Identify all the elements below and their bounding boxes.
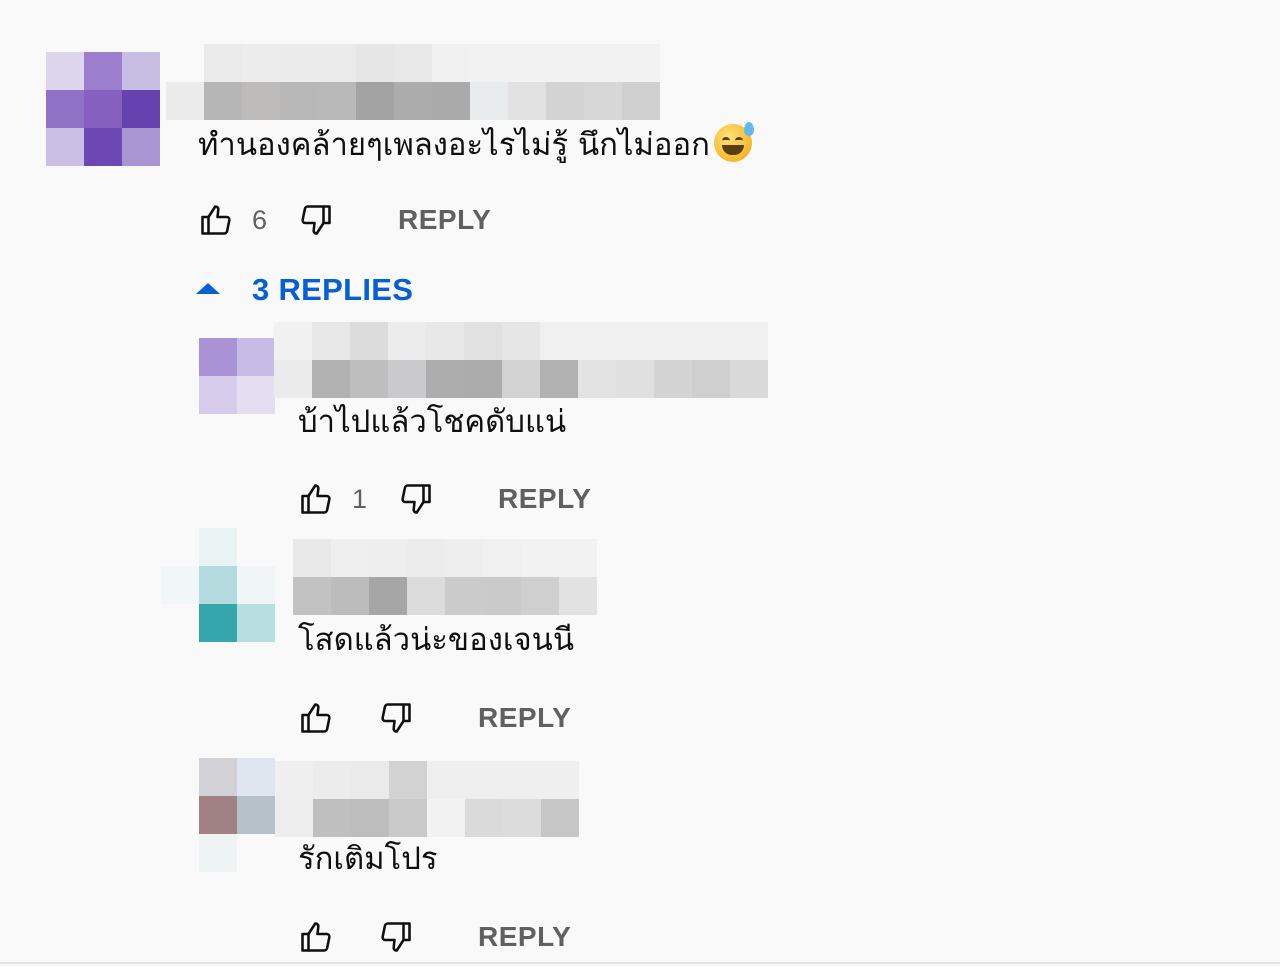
thumb-down-icon[interactable] bbox=[296, 200, 336, 240]
reply-actions: REPLY bbox=[296, 696, 571, 740]
reply-actions: 1 REPLY bbox=[296, 477, 591, 521]
thumb-up-icon[interactable] bbox=[296, 917, 336, 957]
comment-actions: 6 REPLY bbox=[196, 198, 491, 242]
reply-button[interactable]: REPLY bbox=[498, 483, 591, 515]
reply-text: โสดแล้วน่ะของเจนนี bbox=[298, 622, 575, 658]
thumb-down-icon[interactable] bbox=[376, 917, 416, 957]
like-count: 1 bbox=[352, 483, 368, 514]
caret-up-icon bbox=[194, 280, 222, 300]
reply-text: รักเติมโปร bbox=[298, 841, 438, 877]
thumb-up-icon[interactable] bbox=[296, 698, 336, 738]
avatar[interactable] bbox=[161, 758, 275, 872]
reply-button[interactable]: REPLY bbox=[478, 921, 571, 953]
avatar[interactable] bbox=[46, 52, 160, 166]
reply-actions: REPLY bbox=[296, 915, 571, 959]
replies-toggle-button[interactable]: 3 REPLIES bbox=[194, 272, 413, 308]
thumb-up-icon[interactable] bbox=[196, 200, 236, 240]
thumb-up-icon[interactable] bbox=[296, 479, 336, 519]
replies-count-label: 3 REPLIES bbox=[252, 272, 414, 307]
comment-text: ทำนองคล้ายๆเพลงอะไรไม่รู้ นึกไม่ออก bbox=[198, 122, 754, 165]
author-name-blurred[interactable] bbox=[293, 539, 597, 615]
reply-text: บ้าไปแล้วโชคดับแน่ bbox=[298, 404, 567, 440]
avatar[interactable] bbox=[161, 528, 275, 642]
author-name-blurred[interactable] bbox=[274, 322, 768, 398]
reply-button[interactable]: REPLY bbox=[398, 204, 491, 236]
comment-text-content: ทำนองคล้ายๆเพลงอะไรไม่รู้ นึกไม่ออก bbox=[198, 127, 710, 163]
sweat-smile-emoji-icon bbox=[713, 122, 754, 162]
thumb-down-icon[interactable] bbox=[376, 698, 416, 738]
reply-button[interactable]: REPLY bbox=[478, 702, 571, 734]
like-count: 6 bbox=[252, 204, 268, 235]
divider bbox=[0, 962, 1280, 964]
author-name-blurred[interactable] bbox=[275, 761, 579, 837]
thumb-down-icon[interactable] bbox=[396, 479, 436, 519]
author-name-blurred[interactable] bbox=[166, 44, 660, 120]
avatar[interactable] bbox=[161, 338, 275, 452]
